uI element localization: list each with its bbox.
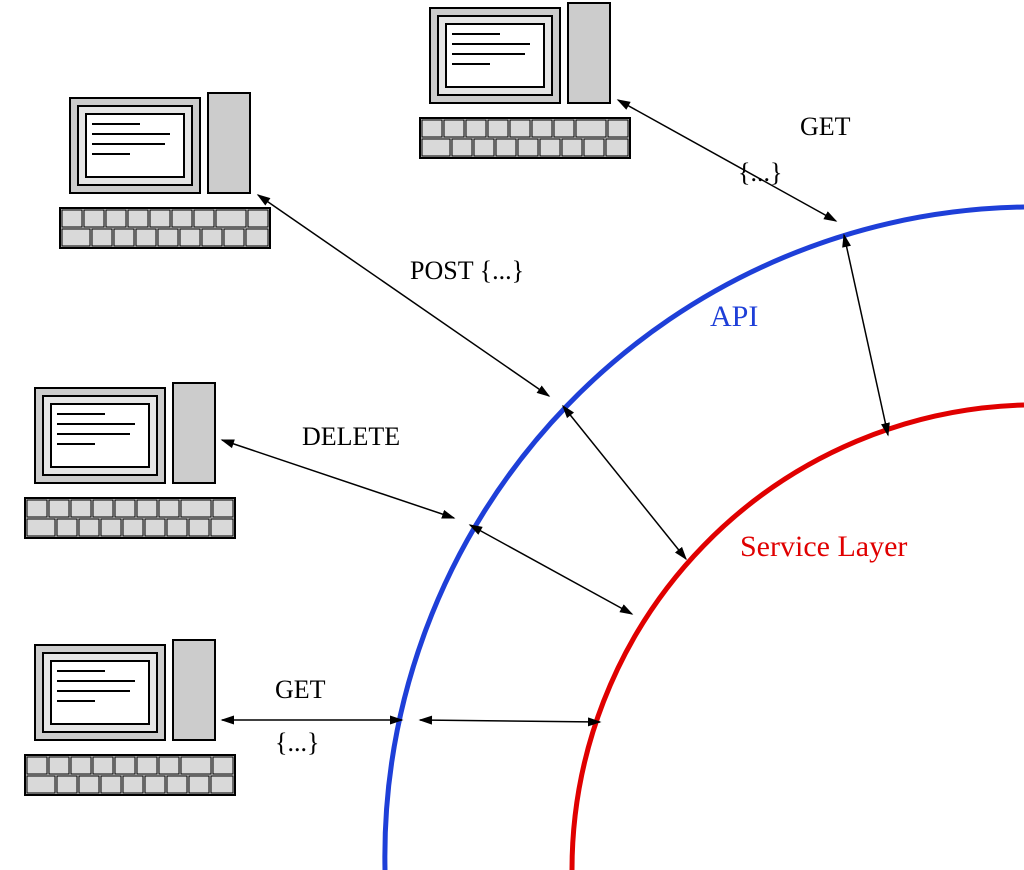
- get3-label: GET: [275, 675, 326, 705]
- arrow-post-client-api: [258, 195, 549, 396]
- arrow-get3-api-service: [420, 720, 600, 722]
- get-top-body-label: {...}: [738, 158, 782, 188]
- delete-label: DELETE: [302, 422, 400, 452]
- service-layer-label: Service Layer: [740, 530, 907, 564]
- service-arc: [572, 405, 1024, 870]
- client-computer-1: [60, 93, 270, 248]
- arrow-gettop-api-service: [844, 235, 888, 435]
- client-computer-4: [420, 3, 630, 158]
- api-arc: [385, 207, 1024, 870]
- client-computer-3: [25, 640, 235, 795]
- arrow-delete-api-service: [470, 525, 632, 614]
- get-top-label: GET: [800, 112, 851, 142]
- get3-body-label: {...}: [275, 728, 319, 758]
- api-label: API: [710, 300, 758, 334]
- client-computer-2: [25, 383, 235, 538]
- arrow-post-api-service: [563, 406, 686, 559]
- post-label: POST {...}: [410, 256, 524, 286]
